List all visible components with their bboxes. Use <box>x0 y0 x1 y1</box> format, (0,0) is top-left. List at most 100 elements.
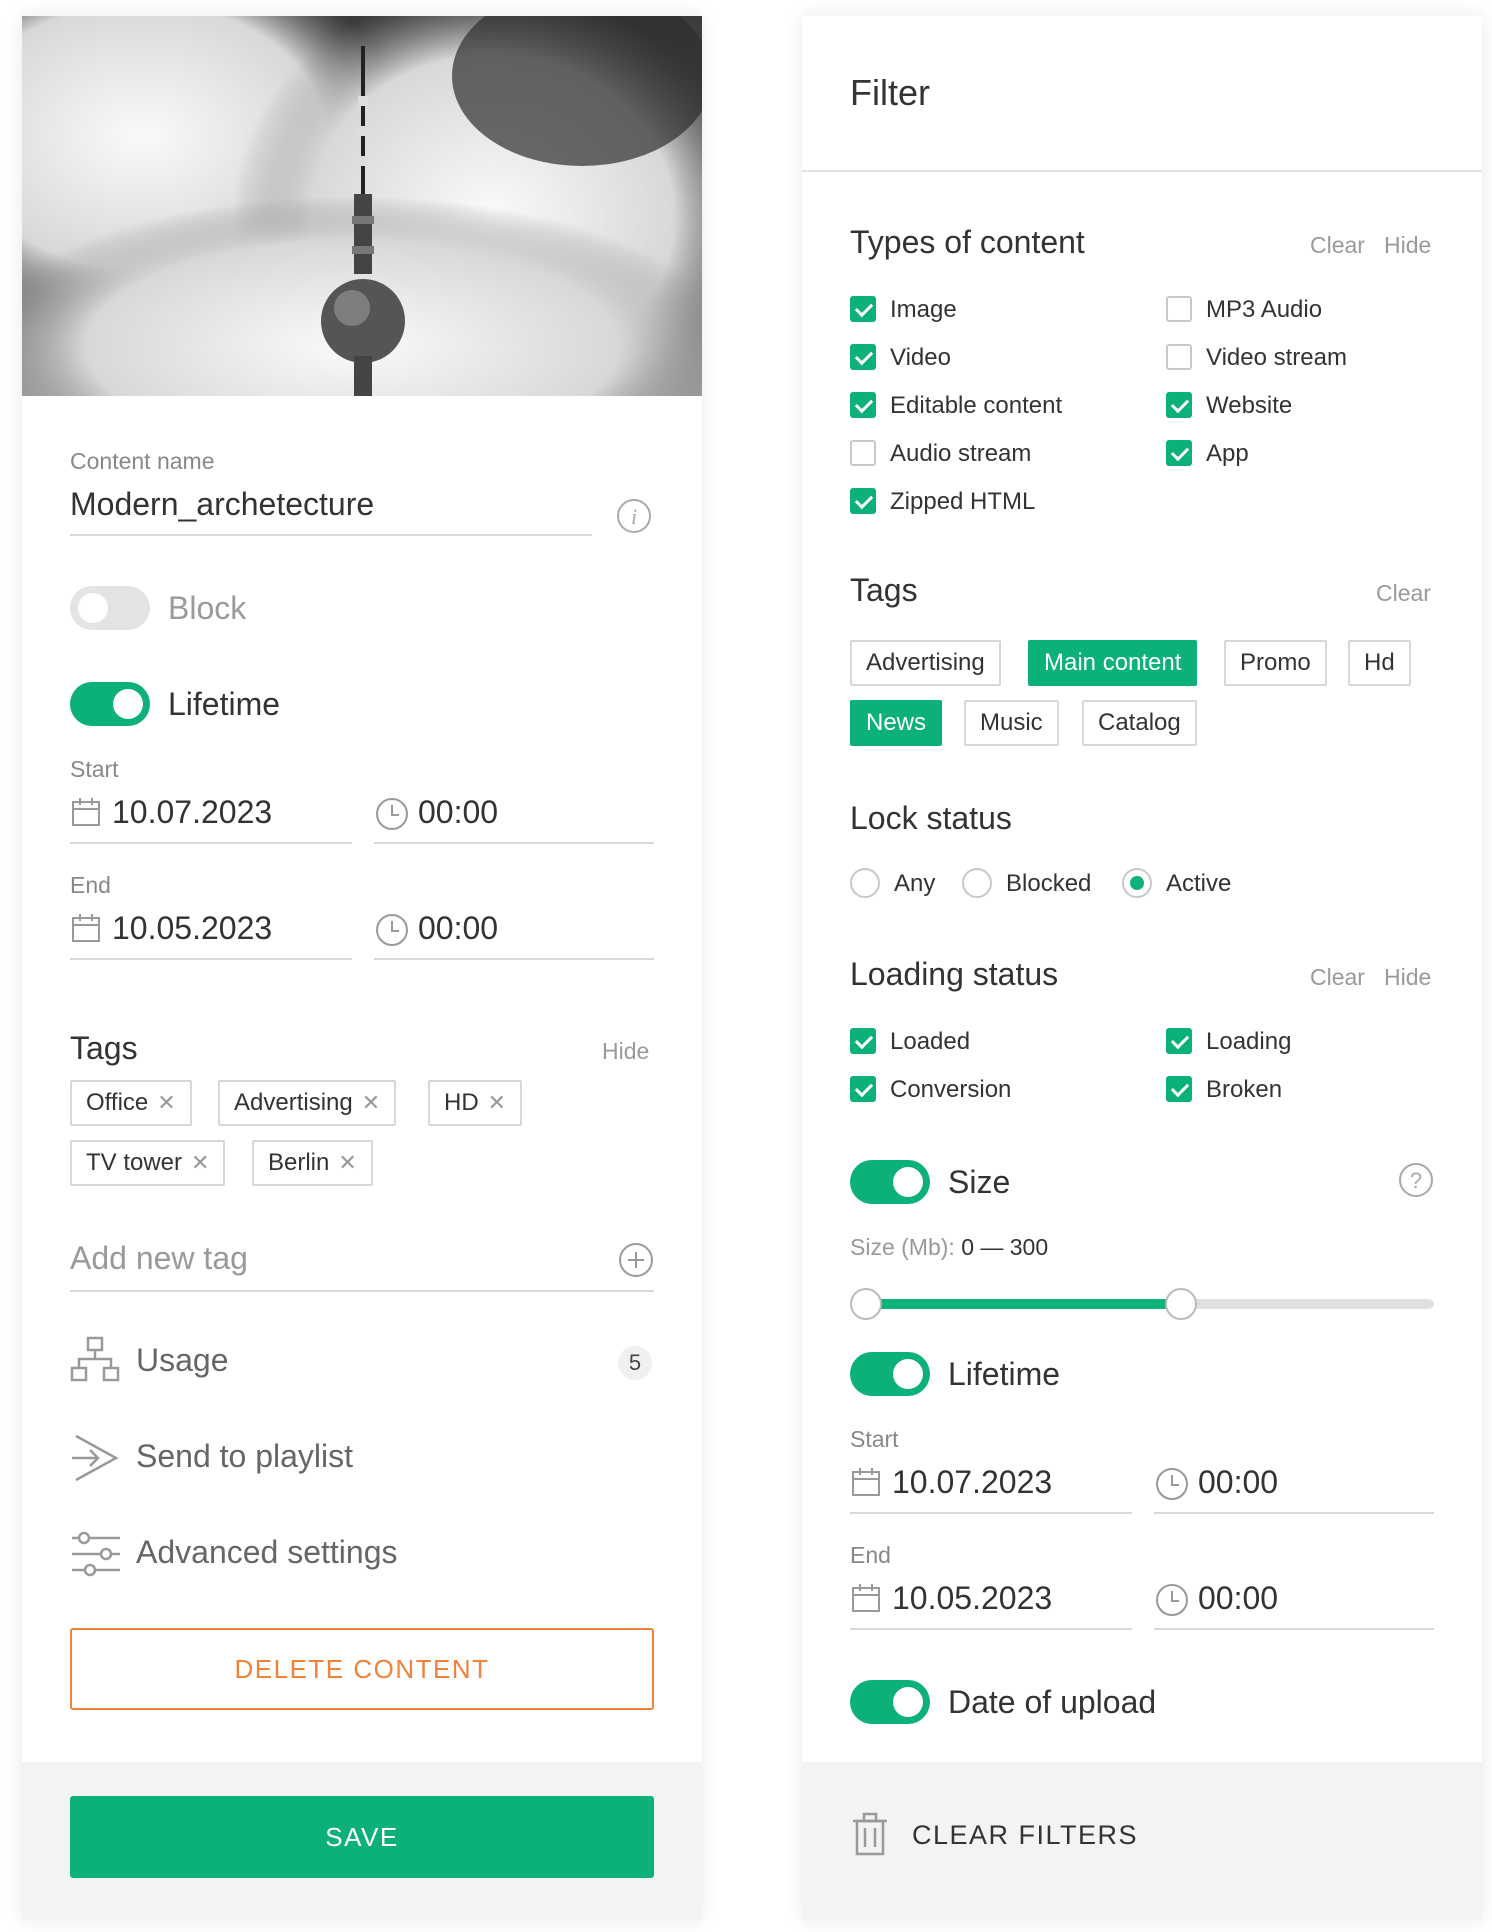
size-range-slider[interactable] <box>850 1288 1434 1320</box>
tag-chip: HD ✕ <box>428 1080 523 1126</box>
checkbox-label: Website <box>1206 392 1293 419</box>
usage-count-badge: 5 <box>618 1346 652 1380</box>
usage-menu-item[interactable]: Usage <box>136 1342 229 1379</box>
filter-tag-music[interactable]: Music <box>964 700 1059 746</box>
checkbox-video[interactable] <box>850 344 876 370</box>
filter-end-time-input[interactable]: 00:00 <box>1198 1580 1278 1617</box>
checkbox-video-stream[interactable] <box>1166 344 1192 370</box>
checkbox-app[interactable] <box>1166 440 1192 466</box>
info-icon[interactable]: i <box>616 498 652 534</box>
tags-clear-link[interactable]: Clear <box>1376 580 1431 607</box>
filter-footer <box>802 1762 1482 1920</box>
send-to-playlist-menu-item[interactable]: Send to playlist <box>136 1438 353 1475</box>
add-circle-icon[interactable] <box>618 1242 654 1278</box>
checkbox-label: Editable content <box>890 392 1063 419</box>
filter-tag-news[interactable]: News <box>850 700 943 746</box>
upload-date-toggle[interactable] <box>850 1680 930 1724</box>
calendar-icon <box>70 796 102 828</box>
slider-max-handle[interactable] <box>1164 1288 1197 1320</box>
checkbox-mp3-audio[interactable] <box>1166 296 1192 322</box>
tag-label: Advertising <box>234 1089 353 1116</box>
tags-hide-link[interactable]: Hide <box>602 1038 649 1065</box>
radio-active[interactable] <box>1122 868 1152 898</box>
checkbox-loaded[interactable] <box>850 1028 876 1054</box>
calendar-icon <box>850 1466 882 1498</box>
checkbox-website[interactable] <box>1166 392 1192 418</box>
tags-title: Tags <box>70 1030 138 1066</box>
checkbox-label: Image <box>890 296 957 323</box>
remove-tag-icon[interactable]: ✕ <box>191 1150 209 1176</box>
remove-tag-icon[interactable]: ✕ <box>157 1090 175 1116</box>
end-time-underline <box>374 958 654 960</box>
filter-tags-title: Tags <box>850 572 918 608</box>
radio-blocked[interactable] <box>962 868 992 898</box>
filter-tag-advertising[interactable]: Advertising <box>850 640 1001 686</box>
checkbox-label: Broken <box>1206 1076 1283 1103</box>
radio-label: Any <box>894 870 936 897</box>
clock-icon <box>1154 1466 1190 1502</box>
delete-content-button[interactable]: DELETE CONTENT <box>70 1628 654 1710</box>
checkbox-conversion[interactable] <box>850 1076 876 1102</box>
end-date-input[interactable]: 10.05.2023 <box>112 910 272 947</box>
lifetime-toggle[interactable] <box>70 682 150 726</box>
clock-icon <box>374 912 410 948</box>
start-time-input[interactable]: 00:00 <box>418 794 498 831</box>
clear-filters-button[interactable]: CLEAR FILTERS <box>912 1820 1138 1851</box>
filter-end-label: End <box>850 1542 891 1568</box>
loading-clear-link[interactable]: Clear <box>1310 964 1365 991</box>
lock-status-title: Lock status <box>850 800 1012 836</box>
checkbox-broken[interactable] <box>1166 1076 1192 1102</box>
checkbox-audio-stream[interactable] <box>850 440 876 466</box>
size-toggle[interactable] <box>850 1160 930 1204</box>
end-date-underline <box>70 958 352 960</box>
clock-icon <box>374 796 410 832</box>
size-range-value: 0 — 300 <box>961 1234 1049 1260</box>
trash-icon[interactable] <box>850 1812 890 1856</box>
remove-tag-icon[interactable]: ✕ <box>338 1150 356 1176</box>
tv-tower-image <box>22 16 702 396</box>
tag-chip: Office ✕ <box>70 1080 192 1126</box>
start-date-input[interactable]: 10.07.2023 <box>112 794 272 831</box>
filter-end-time-underline <box>1154 1628 1434 1630</box>
advanced-settings-menu-item[interactable]: Advanced settings <box>136 1534 398 1571</box>
end-time-input[interactable]: 00:00 <box>418 910 498 947</box>
types-clear-link[interactable]: Clear <box>1310 232 1365 259</box>
filter-start-time-input[interactable]: 00:00 <box>1198 1464 1278 1501</box>
checkbox-label: MP3 Audio <box>1206 296 1323 323</box>
checkbox-image[interactable] <box>850 296 876 322</box>
checkbox-loading[interactable] <box>1166 1028 1192 1054</box>
add-tag-underline <box>70 1290 654 1292</box>
filter-lifetime-toggle[interactable] <box>850 1352 930 1396</box>
save-button[interactable]: SAVE <box>70 1796 654 1878</box>
remove-tag-icon[interactable]: ✕ <box>488 1090 506 1116</box>
help-icon[interactable]: ? <box>1398 1162 1434 1198</box>
filter-tag-promo[interactable]: Promo <box>1224 640 1327 686</box>
radio-label: Active <box>1166 870 1232 897</box>
content-name-input[interactable]: Modern_archetecture <box>70 486 374 523</box>
checkbox-zipped-html[interactable] <box>850 488 876 514</box>
types-hide-link[interactable]: Hide <box>1384 232 1431 259</box>
sliders-icon <box>70 1530 122 1578</box>
block-toggle[interactable] <box>70 586 150 630</box>
content-card: Content name Modern_archetecture i Block… <box>22 16 702 1920</box>
start-label: Start <box>70 756 119 782</box>
loading-hide-link[interactable]: Hide <box>1384 964 1431 991</box>
checkbox-editable-content[interactable] <box>850 392 876 418</box>
filter-tag-catalog[interactable]: Catalog <box>1082 700 1197 746</box>
slider-min-handle[interactable] <box>850 1288 882 1320</box>
clock-icon <box>1154 1582 1190 1618</box>
loading-status-title: Loading status <box>850 956 1059 992</box>
radio-any[interactable] <box>850 868 880 898</box>
filter-start-date-input[interactable]: 10.07.2023 <box>892 1464 1052 1501</box>
add-tag-input[interactable]: Add new tag <box>70 1240 248 1277</box>
radio-label: Blocked <box>1006 870 1092 897</box>
remove-tag-icon[interactable]: ✕ <box>362 1090 380 1116</box>
tag-chip: Advertising ✕ <box>218 1080 397 1126</box>
header-divider <box>802 170 1482 172</box>
size-range: Size (Mb): 0 — 300 <box>850 1234 1048 1261</box>
filter-end-date-input[interactable]: 10.05.2023 <box>892 1580 1052 1617</box>
tag-label: Office <box>86 1089 149 1116</box>
filter-tag-main-content[interactable]: Main content <box>1028 640 1198 686</box>
filter-tag-hd[interactable]: Hd <box>1348 640 1411 686</box>
tag-chip: Berlin ✕ <box>252 1140 373 1186</box>
